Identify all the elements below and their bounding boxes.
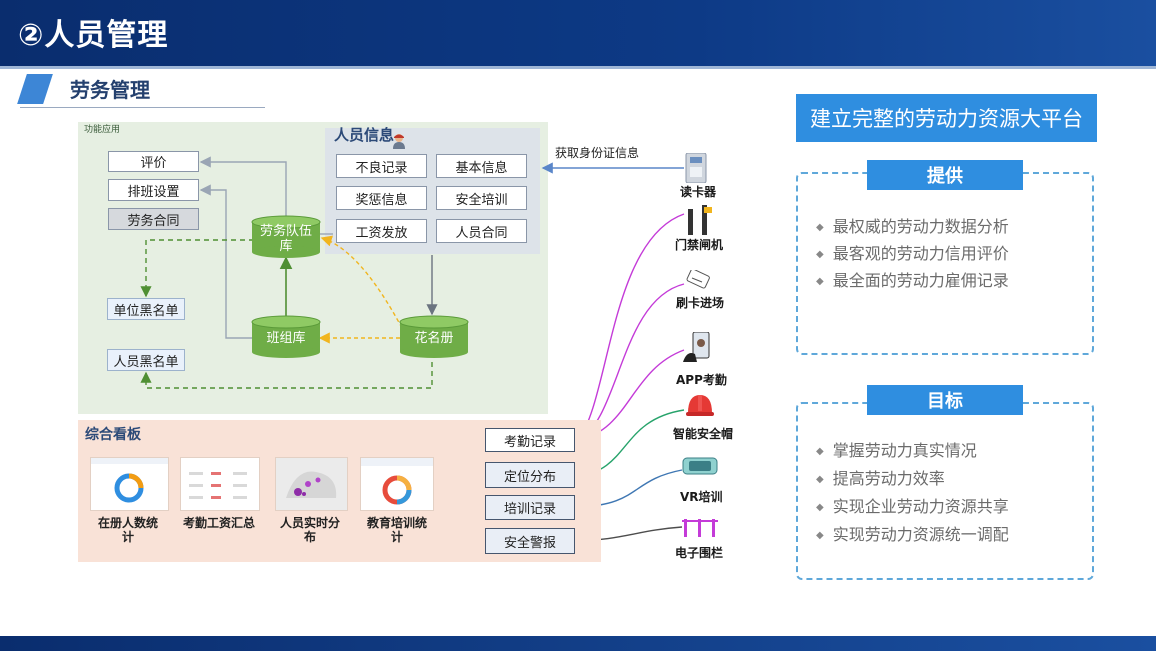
swipe-card-icon xyxy=(686,270,710,289)
id-card-label: 获取身份证信息 xyxy=(555,146,640,160)
electronic-fence-label: 电子围栏 xyxy=(675,546,724,560)
platform-title: 建立完整的劳动力资源大平台 xyxy=(796,94,1097,142)
attendance-wage-label: 考勤工资汇总 xyxy=(182,516,255,530)
roster-database-label: 花名册 xyxy=(414,331,454,346)
provide-heading: 提供 xyxy=(867,160,1023,190)
footer-bar xyxy=(0,636,1156,651)
safety-alarm-button[interactable]: 安全警报 xyxy=(485,528,575,554)
goal-item: ◆ 实现劳动力资源统一调配 xyxy=(816,525,1009,544)
goal-heading: 目标 xyxy=(867,385,1023,415)
vr-headset-icon xyxy=(682,457,718,475)
app-attendance-label: APP考勤 xyxy=(676,373,727,387)
goal-item: ◆ 掌握劳动力真实情况 xyxy=(816,441,977,460)
electronic-fence-icon xyxy=(682,519,718,537)
provide-item: ◆ 最客观的劳动力信用评价 xyxy=(816,244,1009,263)
swipe-card-label: 刷卡进场 xyxy=(676,296,725,310)
access-gate-label: 门禁闸机 xyxy=(675,238,724,252)
realtime-distribution-label: 人员实时分布 xyxy=(279,516,340,544)
realtime-distribution-thumbnail[interactable] xyxy=(275,457,348,511)
location-distribution-button[interactable]: 定位分布 xyxy=(485,462,575,488)
app-attendance-icon xyxy=(683,332,710,362)
access-gate-icon xyxy=(688,205,712,235)
team-database-label: 劳务队伍库 xyxy=(259,224,312,254)
goal-panel xyxy=(796,402,1094,580)
training-stats-thumbnail[interactable] xyxy=(360,457,434,511)
training-record-button[interactable]: 培训记录 xyxy=(485,495,575,520)
smart-helmet-label: 智能安全帽 xyxy=(673,427,734,441)
provide-item: ◆ 最权威的劳动力数据分析 xyxy=(816,217,1009,236)
smart-helmet-icon xyxy=(686,395,714,416)
goal-item: ◆ 提高劳动力效率 xyxy=(816,469,945,488)
registered-count-thumbnail[interactable] xyxy=(90,457,169,511)
goal-item: ◆ 实现企业劳动力资源共享 xyxy=(816,497,1009,516)
group-database-label: 班组库 xyxy=(266,331,306,346)
training-stats-label: 教育培训统计 xyxy=(366,516,427,544)
registered-count-label: 在册人数统计 xyxy=(97,516,158,544)
dashboard-title: 综合看板 xyxy=(85,427,141,443)
attendance-record-button[interactable]: 考勤记录 xyxy=(485,428,575,452)
vr-training-label: VR培训 xyxy=(680,490,723,504)
attendance-wage-thumbnail[interactable] xyxy=(180,457,260,511)
card-reader-icon xyxy=(685,153,707,183)
provide-item: ◆ 最全面的劳动力雇佣记录 xyxy=(816,271,1009,290)
card-reader-label: 读卡器 xyxy=(680,185,717,199)
